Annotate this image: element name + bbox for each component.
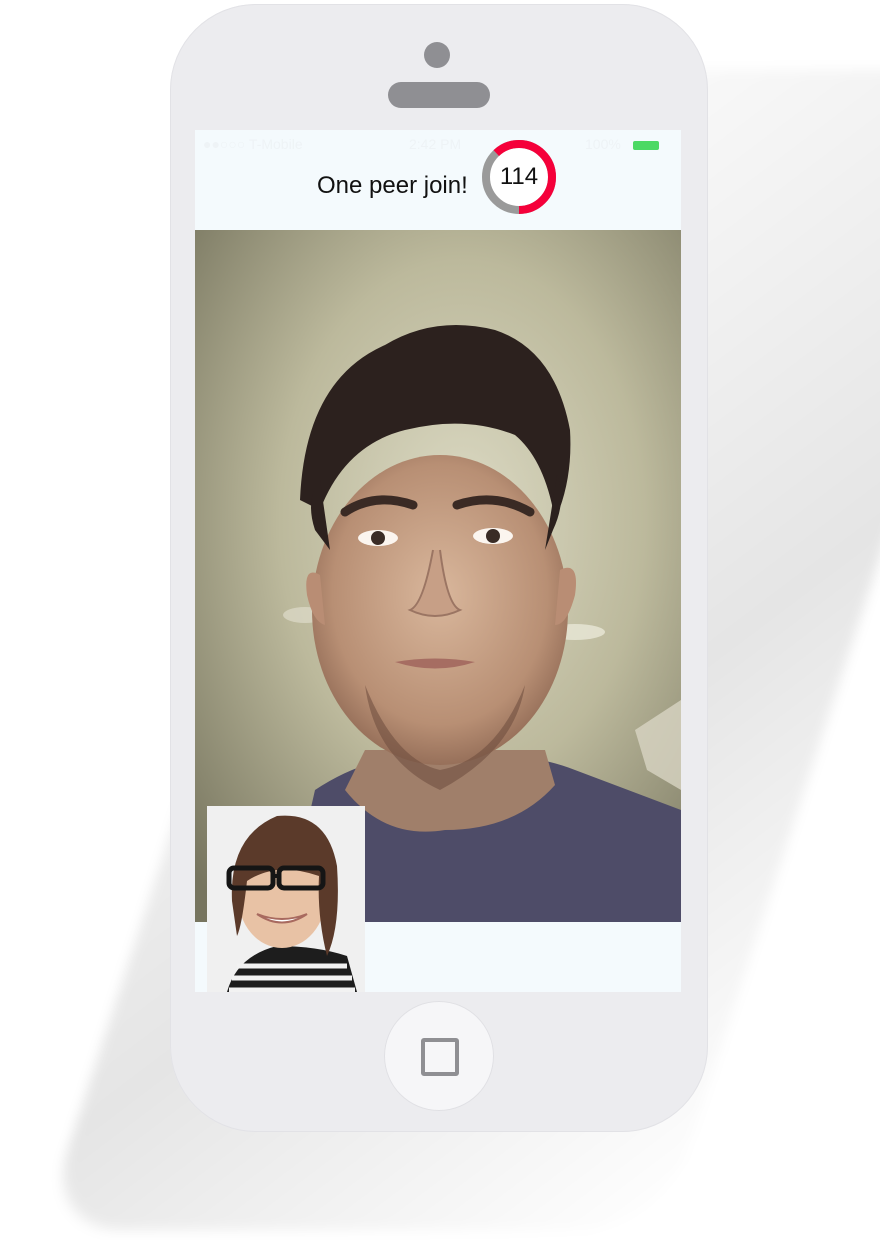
- status-battery-percent: 100%: [585, 136, 621, 152]
- front-camera: [424, 42, 450, 68]
- earpiece-speaker: [388, 82, 490, 108]
- status-time: 2:42 PM: [409, 136, 462, 152]
- device-stage: ●●○○○ T-Mobile 2:42 PM 100% One peer joi…: [0, 0, 880, 1240]
- local-video-preview[interactable]: [207, 806, 365, 992]
- app-screen: ●●○○○ T-Mobile 2:42 PM 100% One peer joi…: [195, 130, 681, 992]
- phone-frame: ●●○○○ T-Mobile 2:42 PM 100% One peer joi…: [170, 4, 708, 1132]
- self-preview-image: [207, 806, 365, 992]
- status-bar: ●●○○○ T-Mobile 2:42 PM 100%: [195, 130, 681, 158]
- status-carrier: ●●○○○ T-Mobile: [203, 136, 303, 152]
- timer-value: 114: [499, 163, 539, 190]
- home-square-icon: [421, 1038, 459, 1076]
- home-button[interactable]: [384, 1001, 494, 1111]
- battery-icon: [633, 141, 659, 150]
- countdown-timer: 114: [480, 138, 558, 216]
- page-title: One peer join!: [317, 172, 468, 199]
